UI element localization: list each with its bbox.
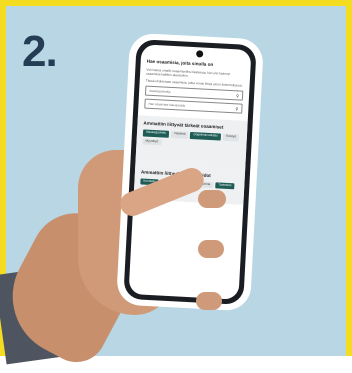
skills-section: Ammattiin liittyvät tärkeät osaamiset As… xyxy=(135,115,248,171)
hand-finger xyxy=(196,292,222,310)
search-icon[interactable]: ⚲ xyxy=(236,93,239,98)
skill-search-input[interactable]: Hae osaamisia hakusanalla ⚲ xyxy=(144,98,243,115)
hand-finger xyxy=(198,240,224,258)
hand-finger xyxy=(198,190,226,208)
skill-chip[interactable]: Myyntityö xyxy=(142,138,162,146)
step-number: 2. xyxy=(22,27,58,76)
search-section: Hae osaamisia, joita sinulla on Voit hak… xyxy=(138,44,252,121)
skill-chip[interactable]: Viestintä xyxy=(170,130,189,139)
skill-chip[interactable]: Asiakaspalvelu xyxy=(142,129,170,138)
search-input-value: Asiakaspalvelija xyxy=(149,89,171,95)
skill-chip[interactable]: Tiimityö xyxy=(222,133,240,142)
skill-search-placeholder: Hae osaamisia hakusanalla xyxy=(148,102,186,109)
skill-chip[interactable]: Ongelmanratkaisu xyxy=(190,131,221,141)
skill-chip[interactable]: Tuotetieto xyxy=(215,181,235,190)
search-icon[interactable]: ⚲ xyxy=(235,106,238,111)
